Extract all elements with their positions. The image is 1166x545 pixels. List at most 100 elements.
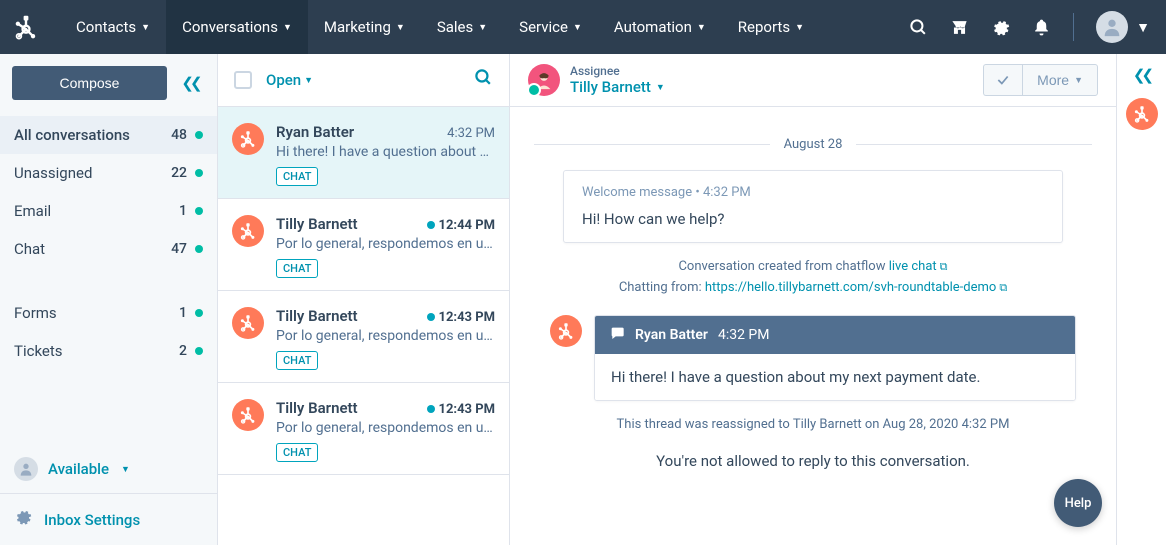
chatflow-link[interactable]: live chat <box>889 259 937 274</box>
expand-rail-icon[interactable] <box>1133 66 1150 84</box>
compose-button[interactable]: Compose <box>12 66 167 100</box>
contact-avatar-icon <box>232 307 264 339</box>
sidebar-item-tickets[interactable]: Tickets2 <box>0 332 217 370</box>
assignee-name: Tilly Barnett <box>570 78 665 96</box>
more-button[interactable]: More <box>1022 64 1098 96</box>
inbox-settings-link[interactable]: Inbox Settings <box>0 493 217 545</box>
nav-item-reports[interactable]: Reports <box>722 0 820 54</box>
conversation-name: Tilly Barnett <box>276 215 358 233</box>
sidebar-item-unassigned[interactable]: Unassigned22 <box>0 154 217 192</box>
chevron-down-icon <box>1074 75 1083 85</box>
checkmark-button[interactable] <box>983 64 1022 96</box>
source-url-link[interactable]: https://hello.tillybarnett.com/svh-round… <box>705 280 996 295</box>
marketplace-icon[interactable] <box>950 18 969 37</box>
nav-item-conversations[interactable]: Conversations <box>166 0 308 54</box>
no-reply-notice: You're not allowed to reply to this conv… <box>534 452 1092 470</box>
sidebar-item-forms[interactable]: Forms1 <box>0 294 217 332</box>
account-menu[interactable] <box>1096 11 1150 43</box>
status-dot-icon <box>195 169 203 177</box>
conversation-preview: Hi there! I have a question about … <box>276 144 495 160</box>
message-time: 4:32 PM <box>718 327 770 343</box>
help-button[interactable]: Help <box>1054 479 1102 527</box>
search-icon[interactable] <box>474 68 493 92</box>
assignee-label: Assignee <box>570 64 665 78</box>
welcome-text: Hi! How can we help? <box>582 210 1044 228</box>
chevron-down-icon <box>656 82 665 93</box>
chevron-down-icon <box>283 22 292 33</box>
contact-avatar-icon <box>232 399 264 431</box>
nav-item-automation[interactable]: Automation <box>598 0 722 54</box>
conversation-item[interactable]: Tilly Barnett12:44 PMPor lo general, res… <box>218 199 509 291</box>
chevron-down-icon <box>121 464 130 475</box>
date-divider: August 28 <box>534 137 1092 152</box>
reassigned-notice: This thread was reassigned to Tilly Barn… <box>534 417 1092 432</box>
conversation-time: 12:44 PM <box>427 218 496 233</box>
bell-icon[interactable] <box>1032 18 1051 37</box>
chevron-down-icon <box>1136 19 1150 36</box>
assignee-avatar-icon <box>528 64 560 96</box>
nav-item-sales[interactable]: Sales <box>421 0 503 54</box>
nav-item-contacts[interactable]: Contacts <box>60 0 166 54</box>
message-body: Hi there! I have a question about my nex… <box>595 354 1075 400</box>
conversation-name: Tilly Barnett <box>276 307 358 325</box>
conversation-name: Ryan Batter <box>276 123 354 141</box>
sidebar-item-all-conversations[interactable]: All conversations48 <box>0 116 217 154</box>
status-dot-icon <box>195 207 203 215</box>
chevron-down-icon <box>304 75 313 86</box>
status-dot-icon <box>195 245 203 253</box>
unread-dot-icon <box>427 405 435 413</box>
select-all-checkbox[interactable] <box>234 71 252 89</box>
sidebar-item-email[interactable]: Email1 <box>0 192 217 230</box>
assignee-selector[interactable]: Assignee Tilly Barnett <box>528 64 665 96</box>
status-dot-icon <box>195 131 203 139</box>
conversation-item[interactable]: Ryan Batter 4:32 PM Hi there! I have a que… <box>218 107 509 199</box>
right-rail <box>1116 54 1166 545</box>
conversation-item[interactable]: Tilly Barnett 12:43 PM Por lo general, res… <box>218 383 509 475</box>
nav-item-service[interactable]: Service <box>503 0 598 54</box>
chatting-from-text: Chatting from: https://hello.tillybarnet… <box>534 280 1092 295</box>
conversation-detail: Assignee Tilly Barnett More Au <box>510 54 1116 545</box>
avatar-icon <box>1096 11 1128 43</box>
welcome-message-card: Welcome message • 4:32 PM Hi! How can we… <box>563 170 1063 243</box>
sender-avatar-icon <box>550 315 582 347</box>
nav-item-marketing[interactable]: Marketing <box>308 0 421 54</box>
external-link-icon: ⧉ <box>940 260 948 273</box>
chevron-down-icon <box>573 22 582 33</box>
top-nav: ContactsConversationsMarketingSalesServi… <box>0 0 1166 54</box>
message-sender: Ryan Batter <box>635 327 708 343</box>
gear-icon[interactable] <box>991 18 1010 37</box>
conversation-time: 12:43 PM <box>427 402 496 417</box>
user-avatar-icon <box>14 457 38 481</box>
inbox-settings-label: Inbox Settings <box>44 511 140 529</box>
unread-dot-icon <box>427 221 435 229</box>
search-icon[interactable] <box>909 18 928 37</box>
availability-label: Available <box>48 460 109 478</box>
conversation-name: Tilly Barnett <box>276 399 358 417</box>
channel-badge: CHAT <box>276 259 318 278</box>
message-row: Ryan Batter 4:32 PM Hi there! I have a q… <box>550 315 1076 401</box>
message-header: Ryan Batter 4:32 PM <box>595 316 1075 354</box>
conversation-item[interactable]: Tilly Barnett12:43 PMPor lo general, res… <box>218 291 509 383</box>
conversation-time: 4:32 PM <box>447 126 495 141</box>
chevron-down-icon <box>795 22 804 33</box>
external-link-icon: ⧉ <box>999 281 1007 294</box>
chat-icon <box>609 325 625 345</box>
hubspot-logo-icon[interactable] <box>12 13 40 41</box>
created-from-text: Conversation created from chatflow live … <box>534 259 1092 274</box>
conversation-preview: Por lo general, respondemos en u… <box>276 420 495 436</box>
chevron-down-icon <box>141 22 150 33</box>
status-dot-icon <box>195 309 203 317</box>
chevron-down-icon <box>478 22 487 33</box>
unread-dot-icon <box>427 313 435 321</box>
chevron-down-icon <box>396 22 405 33</box>
contact-logo-icon[interactable] <box>1126 98 1158 130</box>
status-filter-label: Open <box>266 71 301 89</box>
collapse-sidebar-icon[interactable] <box>175 68 205 98</box>
status-filter[interactable]: Open <box>266 71 313 89</box>
conversation-time: 12:43 PM <box>427 310 496 325</box>
availability-toggle[interactable]: Available <box>0 445 217 493</box>
status-dot-icon <box>195 347 203 355</box>
channel-badge: CHAT <box>276 351 318 370</box>
conversation-list: Open Ryan Batter 4:32 PM Hi there! I have … <box>218 54 510 545</box>
sidebar-item-chat[interactable]: Chat47 <box>0 230 217 268</box>
